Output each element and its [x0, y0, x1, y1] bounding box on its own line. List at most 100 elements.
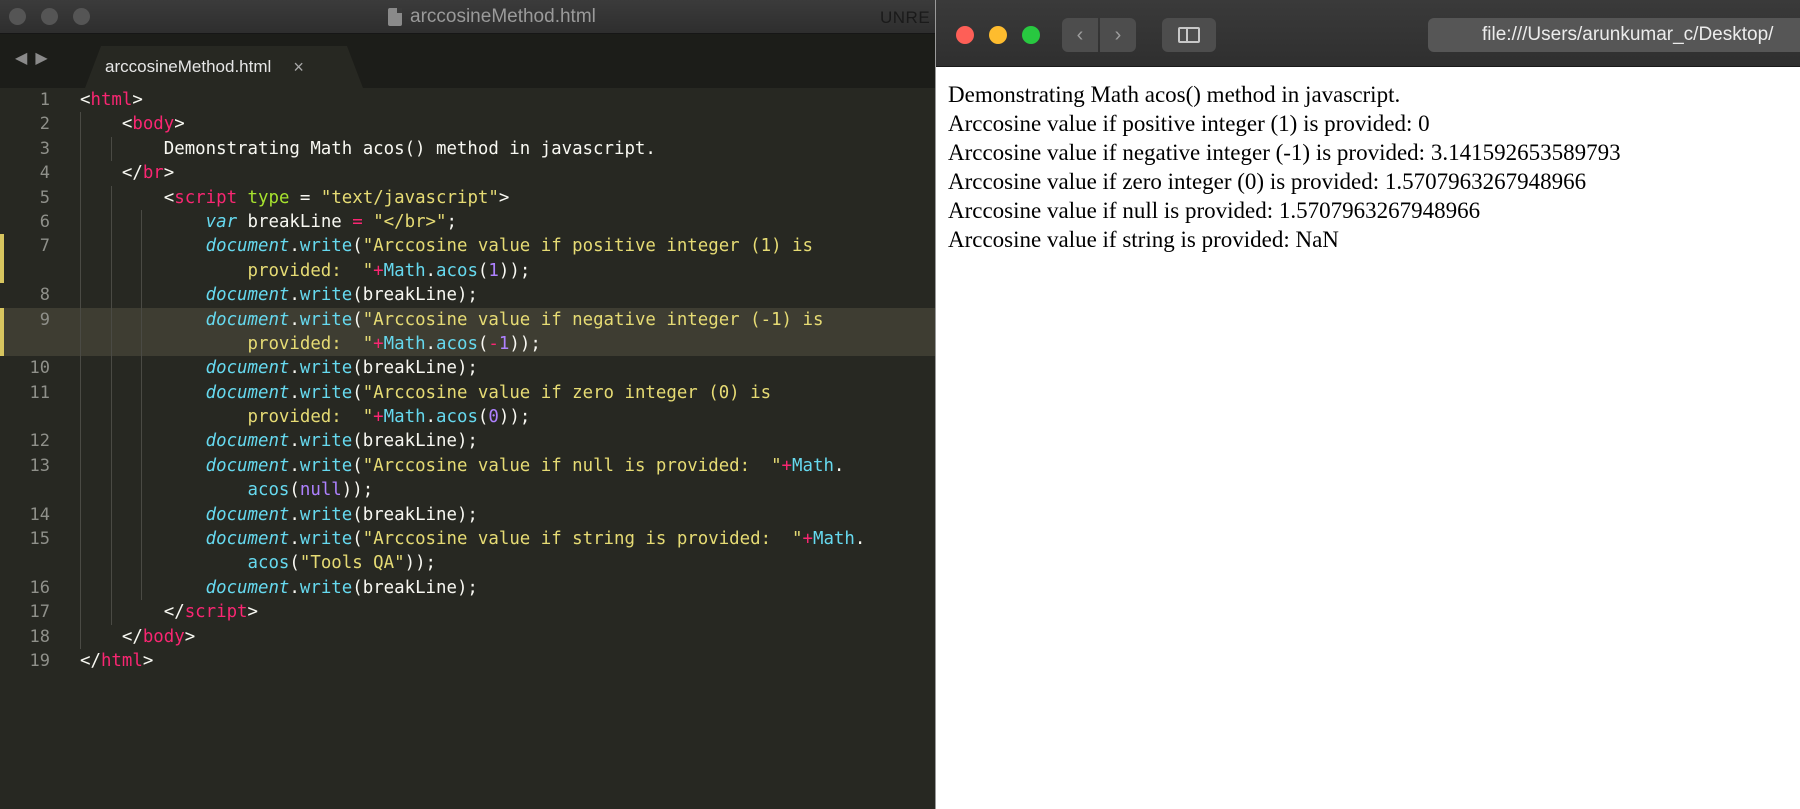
code-line[interactable]: document.write(breakLine);: [72, 502, 936, 528]
code-token: 1: [488, 260, 499, 281]
code-line[interactable]: document.write(breakLine);: [72, 575, 936, 601]
code-line[interactable]: document.write("Arccosine value if negat…: [72, 307, 936, 332]
code-line[interactable]: document.write(breakLine);: [72, 356, 936, 381]
code-line[interactable]: var breakLine = "</br>";: [72, 209, 936, 235]
address-bar[interactable]: file:///Users/arunkumar_c/Desktop/: [1428, 18, 1800, 52]
code-token: write: [299, 577, 353, 598]
code-line-wrap[interactable]: acos("Tools QA"));: [72, 551, 936, 576]
code-line[interactable]: document.write(breakLine);: [72, 283, 936, 308]
code-line[interactable]: <html>: [72, 88, 936, 112]
line-number: 2: [39, 114, 50, 135]
code-line[interactable]: document.write("Arccosine value if posit…: [72, 234, 936, 259]
code-line[interactable]: document.write(breakLine);: [72, 429, 936, 454]
code-token: (: [352, 529, 363, 550]
code-token: (breakLine);: [352, 285, 478, 306]
code-line-wrap[interactable]: provided: "+Math.acos(1));: [72, 258, 936, 284]
code-token: <: [80, 187, 175, 208]
sidebar-icon: [1178, 27, 1200, 43]
browser-back-button[interactable]: ‹: [1062, 18, 1098, 52]
code-token: Demonstrating Math acos() method in java…: [80, 138, 656, 159]
code-token: "Tools QA": [299, 553, 405, 574]
line-number: 11: [29, 382, 50, 403]
code-token: +: [802, 529, 813, 550]
code-token: >: [163, 163, 175, 184]
line-number: 12: [29, 431, 50, 452]
code-line[interactable]: </br>: [72, 161, 936, 186]
code-token: document: [205, 431, 290, 452]
code-token: write: [299, 358, 353, 379]
code-token: ));: [404, 553, 437, 574]
code-line[interactable]: </html>: [72, 649, 936, 673]
code-token: html: [90, 90, 133, 110]
code-token: write: [299, 529, 353, 550]
editor-title-bar: arccosineMethod.html UNRE: [0, 0, 936, 34]
code-token: document: [205, 358, 290, 379]
browser-zoom-button[interactable]: [1022, 26, 1040, 44]
code-token: .: [425, 407, 437, 428]
code-token: </: [80, 602, 185, 623]
tab-nav-forward-icon[interactable]: ▶: [35, 48, 47, 68]
code-area[interactable]: <html> <body> Demonstrating Math acos() …: [72, 88, 936, 809]
code-line-wrap[interactable]: provided: "+Math.acos(-1));: [72, 331, 936, 357]
code-token: (: [352, 236, 363, 257]
code-line[interactable]: document.write("Arccosine value if strin…: [72, 527, 936, 552]
line-number-wrap: [0, 551, 72, 575]
editor-minimize-light[interactable]: [41, 8, 58, 25]
code-token: .: [289, 309, 300, 330]
code-token: ));: [341, 480, 374, 501]
code-token: (: [477, 260, 489, 281]
code-line[interactable]: document.write("Arccosine value if null …: [72, 453, 936, 479]
code-line[interactable]: <script type = "text/javascript">: [72, 185, 936, 210]
code-token: >: [247, 602, 259, 623]
code-token: 1: [498, 333, 510, 354]
tab-nav-arrows: ◀ ▶: [15, 48, 48, 68]
code-line[interactable]: document.write("Arccosine value if zero …: [72, 380, 936, 406]
code-token: "Arccosine value if zero integer (0) is: [362, 382, 772, 403]
code-token: .: [289, 504, 300, 525]
output-line: Arccosine value if zero integer (0) is p…: [948, 169, 1587, 194]
browser-sidebar-button[interactable]: [1162, 18, 1216, 52]
code-token: (: [289, 553, 300, 574]
code-token: (breakLine);: [352, 577, 478, 598]
code-token: Math: [383, 407, 426, 428]
code-line[interactable]: </body>: [72, 624, 936, 649]
code-token: acos: [80, 480, 290, 501]
code-line[interactable]: <body>: [72, 112, 936, 137]
code-token: (: [352, 455, 363, 476]
browser-minimize-button[interactable]: [989, 26, 1007, 44]
code-line[interactable]: Demonstrating Math acos() method in java…: [72, 136, 936, 162]
code-token: =: [352, 211, 363, 232]
editor-window-title-text: arccosineMethod.html: [410, 6, 596, 27]
tab-close-icon[interactable]: ×: [293, 57, 304, 78]
code-token: >: [498, 187, 510, 208]
code-token: (breakLine);: [352, 504, 478, 525]
code-token: .: [425, 260, 437, 281]
code-token: provided: ": [80, 407, 374, 428]
code-line-wrap[interactable]: acos(null));: [72, 478, 936, 503]
browser-forward-button[interactable]: ›: [1100, 18, 1136, 52]
code-token: >: [174, 114, 185, 135]
browser-close-button[interactable]: [956, 26, 974, 44]
editor-close-light[interactable]: [9, 8, 26, 25]
code-token: "Arccosine value if string is provided: …: [362, 529, 803, 550]
code-token: script: [174, 187, 238, 208]
code-token: =: [289, 187, 321, 208]
chevron-right-icon: ›: [1114, 23, 1122, 46]
editor-zoom-light[interactable]: [73, 8, 90, 25]
code-line[interactable]: </script>: [72, 600, 936, 625]
code-token: .: [289, 236, 300, 257]
code-token: write: [299, 431, 353, 452]
tab-arccosine-method[interactable]: arccosineMethod.html ×: [85, 46, 363, 88]
code-token: Math: [383, 333, 426, 354]
code-token: Math: [383, 260, 426, 281]
code-token: -: [488, 333, 499, 354]
line-number-gutter: 1 2 3 4 5 6 7 8 9 10 11 12 13 14 15 16 17 18 19: [0, 88, 72, 809]
tab-nav-back-icon[interactable]: ◀: [15, 48, 27, 68]
code-token: "Arccosine value if negative integer (-1…: [362, 309, 824, 330]
code-line-wrap[interactable]: provided: "+Math.acos(0));: [72, 405, 936, 430]
code-token: html: [100, 650, 143, 671]
